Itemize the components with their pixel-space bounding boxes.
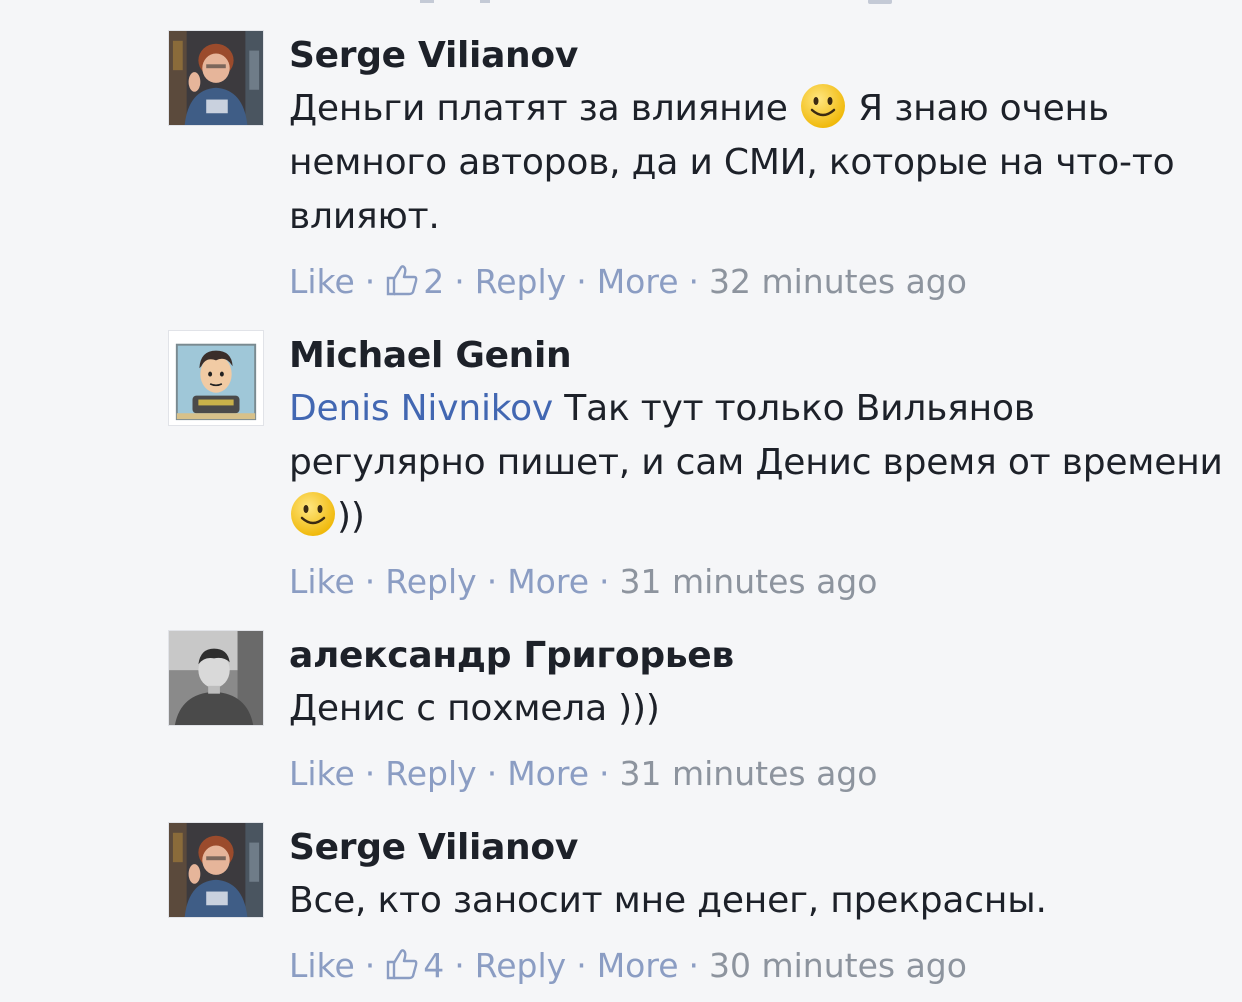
more-button[interactable]: More [507, 754, 589, 793]
reply-button[interactable]: Reply [385, 754, 476, 793]
thumbs-up-icon [387, 949, 418, 980]
like-count-value: 2 [423, 262, 445, 301]
more-button[interactable]: More [597, 262, 679, 301]
comment-actions: Like · Reply · More · 31 minutes ago [289, 750, 1229, 798]
mention-link[interactable]: Denis Nivnikov [289, 388, 553, 429]
separator: · [364, 562, 376, 601]
comment-author[interactable]: Serge Vilianov [289, 30, 1229, 82]
smile-emoji-icon [291, 492, 335, 536]
user-photo-icon [169, 31, 263, 125]
reply-button[interactable]: Reply [385, 562, 476, 601]
cartoon-avatar-icon [169, 331, 263, 425]
reply-button[interactable]: Reply [475, 946, 566, 985]
comment-text: Деньги платят за влияние Я знаю очень не… [289, 82, 1229, 244]
smile-emoji-icon [800, 84, 845, 128]
like-button[interactable]: Like [289, 946, 355, 985]
like-count[interactable]: 2 [385, 262, 444, 301]
comment-actions: Like · 2 · Reply · More · 32 minutes ago [289, 258, 1229, 306]
separator: · [364, 946, 376, 985]
more-button[interactable]: More [507, 562, 589, 601]
separator: · [599, 562, 610, 601]
separator: · [454, 946, 465, 985]
like-button[interactable]: Like [289, 754, 355, 793]
more-button[interactable]: More [597, 946, 679, 985]
comment-actions: Like · Reply · More · 31 minutes ago [289, 558, 1229, 606]
comment-actions: Like · 4 · Reply · More · 30 minutes ago [289, 942, 1229, 990]
separator: · [364, 262, 376, 301]
avatar[interactable] [168, 330, 264, 426]
like-count-value: 4 [423, 946, 445, 985]
like-button[interactable]: Like [289, 262, 355, 301]
reply-button[interactable]: Reply [475, 262, 566, 301]
separator: · [599, 754, 610, 793]
separator: · [486, 754, 498, 793]
separator: · [364, 754, 376, 793]
comment-text: Denis Nivnikov Так тут только Вильянов р… [289, 382, 1229, 544]
separator: · [576, 262, 587, 301]
user-photo-icon [169, 631, 263, 725]
like-button[interactable]: Like [289, 562, 355, 601]
separator: · [486, 562, 498, 601]
timestamp[interactable]: 30 minutes ago [709, 946, 967, 985]
comment-author[interactable]: Michael Genin [289, 330, 1229, 382]
thumbs-up-icon [387, 265, 418, 296]
comment-author[interactable]: Serge Vilianov [289, 822, 1229, 874]
separator: · [688, 262, 700, 301]
user-photo-icon [169, 823, 263, 917]
separator: · [688, 946, 700, 985]
timestamp[interactable]: 32 minutes ago [709, 262, 967, 301]
comment-text-part: )) [337, 496, 365, 537]
comment-text-part: Деньги платят за влияние [289, 88, 799, 129]
like-count[interactable]: 4 [385, 946, 444, 985]
comment-author[interactable]: александр Григорьев [289, 630, 1229, 682]
timestamp[interactable]: 31 minutes ago [620, 754, 878, 793]
separator: · [576, 946, 587, 985]
comment-text: Денис с похмела ))) [289, 688, 660, 729]
avatar[interactable] [168, 822, 264, 918]
cut-off-previous-line [420, 0, 900, 4]
timestamp[interactable]: 31 minutes ago [620, 562, 878, 601]
avatar[interactable] [168, 30, 264, 126]
separator: · [454, 262, 465, 301]
avatar[interactable] [168, 630, 264, 726]
comment-text: Все, кто заносит мне денег, прекрасны. [289, 880, 1047, 921]
